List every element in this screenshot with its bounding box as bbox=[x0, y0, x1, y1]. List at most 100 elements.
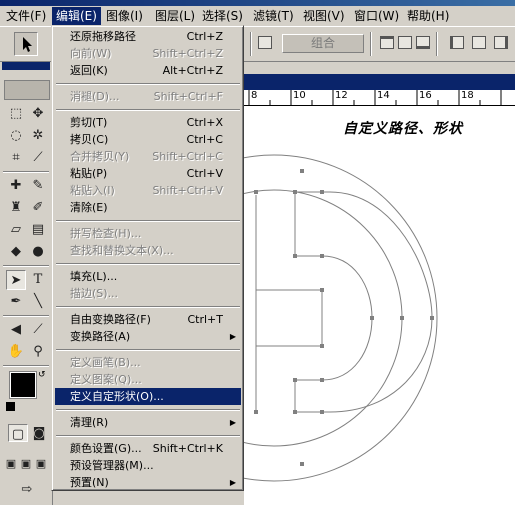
menu-item-stroke[interactable]: 描边(S)... bbox=[55, 285, 241, 302]
align-vcenter-icon[interactable] bbox=[398, 36, 412, 49]
history-brush-icon[interactable]: ✐ bbox=[28, 198, 48, 218]
toolbox: ⬚ ✥ ◌ ✲ ⌗ ⟋ ✚ ✎ ♜ ✐ ▱ ▤ ◆ ● ➤ T ✒ ╲ ◀ ⟋ … bbox=[0, 62, 53, 505]
eraser-icon[interactable]: ▱ bbox=[6, 220, 26, 240]
separator bbox=[370, 32, 372, 56]
dodge-icon[interactable]: ● bbox=[28, 242, 48, 262]
separator bbox=[436, 32, 438, 56]
separator bbox=[56, 435, 240, 437]
lasso-icon[interactable]: ◌ bbox=[6, 126, 26, 146]
logo-icon bbox=[4, 80, 50, 100]
eyedropper-icon[interactable]: ⟋ bbox=[28, 320, 48, 340]
document-titlebar bbox=[244, 74, 515, 90]
align-left-icon[interactable] bbox=[450, 36, 464, 49]
align-top-icon[interactable] bbox=[380, 36, 394, 49]
menu-item-preset-manager[interactable]: 预设管理器(M)... bbox=[55, 457, 241, 474]
blur-icon[interactable]: ◆ bbox=[6, 242, 26, 262]
submenu-arrow-icon: ▶ bbox=[229, 418, 236, 427]
separator bbox=[3, 365, 49, 367]
screen-mode-standard-icon[interactable]: ▣ bbox=[4, 454, 18, 470]
menu-select[interactable]: 选择(S) bbox=[198, 8, 247, 24]
path-selection-icon[interactable]: ➤ bbox=[6, 270, 26, 290]
menu-image[interactable]: 图像(I) bbox=[102, 8, 147, 24]
menu-item-step-forward[interactable]: 向前(W) Shift+Ctrl+Z bbox=[55, 45, 241, 62]
toolbox-titlebar bbox=[2, 62, 50, 70]
type-icon[interactable]: T bbox=[28, 270, 48, 290]
foreground-color-swatch[interactable] bbox=[9, 371, 37, 399]
jump-to-imageready-icon[interactable]: ⇨ bbox=[8, 480, 46, 498]
screen-mode-full-icon[interactable]: ▣ bbox=[34, 454, 48, 470]
menu-help[interactable]: 帮助(H) bbox=[403, 8, 453, 24]
crop-icon[interactable]: ⌗ bbox=[6, 148, 26, 168]
menu-item-find-replace[interactable]: 查找和替换文本(X)... bbox=[55, 242, 241, 259]
separator bbox=[56, 349, 240, 351]
pen-icon[interactable]: ✒ bbox=[6, 292, 26, 312]
separator bbox=[56, 306, 240, 308]
ruler-label: 10 bbox=[293, 90, 306, 101]
menu-item-cut[interactable]: 剪切(T) Ctrl+X bbox=[55, 114, 241, 131]
zoom-icon[interactable]: ⚲ bbox=[28, 342, 48, 362]
menu-item-step-backward[interactable]: 返回(K) Alt+Ctrl+Z bbox=[55, 62, 241, 79]
ruler-label: 16 bbox=[419, 90, 432, 101]
separator bbox=[56, 109, 240, 111]
swap-colors-icon[interactable]: ↺ bbox=[38, 370, 46, 380]
menu-edit[interactable]: 编辑(E) bbox=[52, 7, 101, 25]
menu-item-copy-merged[interactable]: 合并拷贝(Y) Shift+Ctrl+C bbox=[55, 148, 241, 165]
menu-file[interactable]: 文件(F) bbox=[2, 8, 50, 24]
arrow-icon bbox=[23, 37, 32, 52]
submenu-arrow-icon: ▶ bbox=[229, 478, 236, 487]
ruler-label: 14 bbox=[377, 90, 390, 101]
align-right-icon[interactable] bbox=[494, 36, 508, 49]
notes-icon[interactable]: ◀ bbox=[6, 320, 26, 340]
marquee-icon[interactable]: ⬚ bbox=[6, 104, 26, 124]
menu-item-copy[interactable]: 拷贝(C) Ctrl+C bbox=[55, 131, 241, 148]
menu-item-define-brush[interactable]: 定义画笔(B)... bbox=[55, 354, 241, 371]
menu-filter[interactable]: 滤镜(T) bbox=[249, 8, 298, 24]
separator bbox=[250, 32, 252, 56]
brush-icon[interactable]: ✎ bbox=[28, 176, 48, 196]
slice-icon[interactable]: ⟋ bbox=[28, 148, 48, 168]
menu-item-preferences[interactable]: 预置(N) ▶ bbox=[55, 474, 241, 491]
exclude-overlap-icon[interactable] bbox=[258, 36, 272, 49]
healing-brush-icon[interactable]: ✚ bbox=[6, 176, 26, 196]
move-icon[interactable]: ✥ bbox=[28, 104, 48, 124]
path-select-tool-option[interactable] bbox=[14, 32, 38, 56]
separator bbox=[56, 263, 240, 265]
stamp-icon[interactable]: ♜ bbox=[6, 198, 26, 218]
magic-wand-icon[interactable]: ✲ bbox=[28, 126, 48, 146]
combine-button[interactable]: 组合 bbox=[282, 34, 364, 53]
separator bbox=[3, 315, 49, 317]
menu-item-purge[interactable]: 清理(R) ▶ bbox=[55, 414, 241, 431]
menu-item-free-transform-path[interactable]: 自由变换路径(F) Ctrl+T bbox=[55, 311, 241, 328]
screen-mode-full-menu-icon[interactable]: ▣ bbox=[19, 454, 33, 470]
separator bbox=[3, 265, 49, 267]
menu-view[interactable]: 视图(V) bbox=[299, 8, 349, 24]
menu-item-define-pattern[interactable]: 定义图案(Q)... bbox=[55, 371, 241, 388]
menu-item-paste[interactable]: 粘贴(P) Ctrl+V bbox=[55, 165, 241, 182]
quickmask-mode-icon[interactable]: ◙ bbox=[30, 424, 48, 442]
menu-item-spell-check[interactable]: 拼写检查(H)... bbox=[55, 225, 241, 242]
horizontal-ruler: 8 10 12 14 16 18 bbox=[244, 90, 515, 106]
menu-item-define-custom-shape[interactable]: 定义自定形状(O)... bbox=[55, 388, 241, 405]
standard-mode-icon[interactable]: ▢ bbox=[8, 424, 28, 442]
document-canvas[interactable] bbox=[244, 106, 515, 505]
align-bottom-icon[interactable] bbox=[416, 36, 430, 49]
gradient-icon[interactable]: ▤ bbox=[28, 220, 48, 240]
menu-item-undo[interactable]: 还原拖移路径 Ctrl+Z bbox=[55, 28, 241, 45]
menu-item-color-settings[interactable]: 颜色设置(G)... Shift+Ctrl+K bbox=[55, 440, 241, 457]
menu-item-clear[interactable]: 清除(E) bbox=[55, 199, 241, 216]
menu-layer[interactable]: 图层(L) bbox=[151, 8, 199, 24]
menu-item-fill[interactable]: 填充(L)... bbox=[55, 268, 241, 285]
custom-shape-paths bbox=[244, 154, 438, 482]
menu-window[interactable]: 窗口(W) bbox=[350, 8, 403, 24]
align-hcenter-icon[interactable] bbox=[472, 36, 486, 49]
ruler-label: 12 bbox=[335, 90, 348, 101]
menu-item-fade[interactable]: 消褪(D)... Shift+Ctrl+F bbox=[55, 88, 241, 105]
edit-menu-dropdown: 还原拖移路径 Ctrl+Z 向前(W) Shift+Ctrl+Z 返回(K) Alt+… bbox=[51, 25, 244, 491]
separator bbox=[56, 83, 240, 85]
menu-item-transform-path[interactable]: 变换路径(A) ▶ bbox=[55, 328, 241, 345]
menu-item-paste-into[interactable]: 粘贴入(I) Shift+Ctrl+V bbox=[55, 182, 241, 199]
line-icon[interactable]: ╲ bbox=[28, 292, 48, 312]
hand-icon[interactable]: ✋ bbox=[6, 342, 26, 362]
menu-bar: 文件(F) 编辑(E) 图像(I) 图层(L) 选择(S) 滤镜(T) 视图(V… bbox=[0, 6, 515, 27]
default-colors-icon[interactable] bbox=[6, 402, 15, 411]
